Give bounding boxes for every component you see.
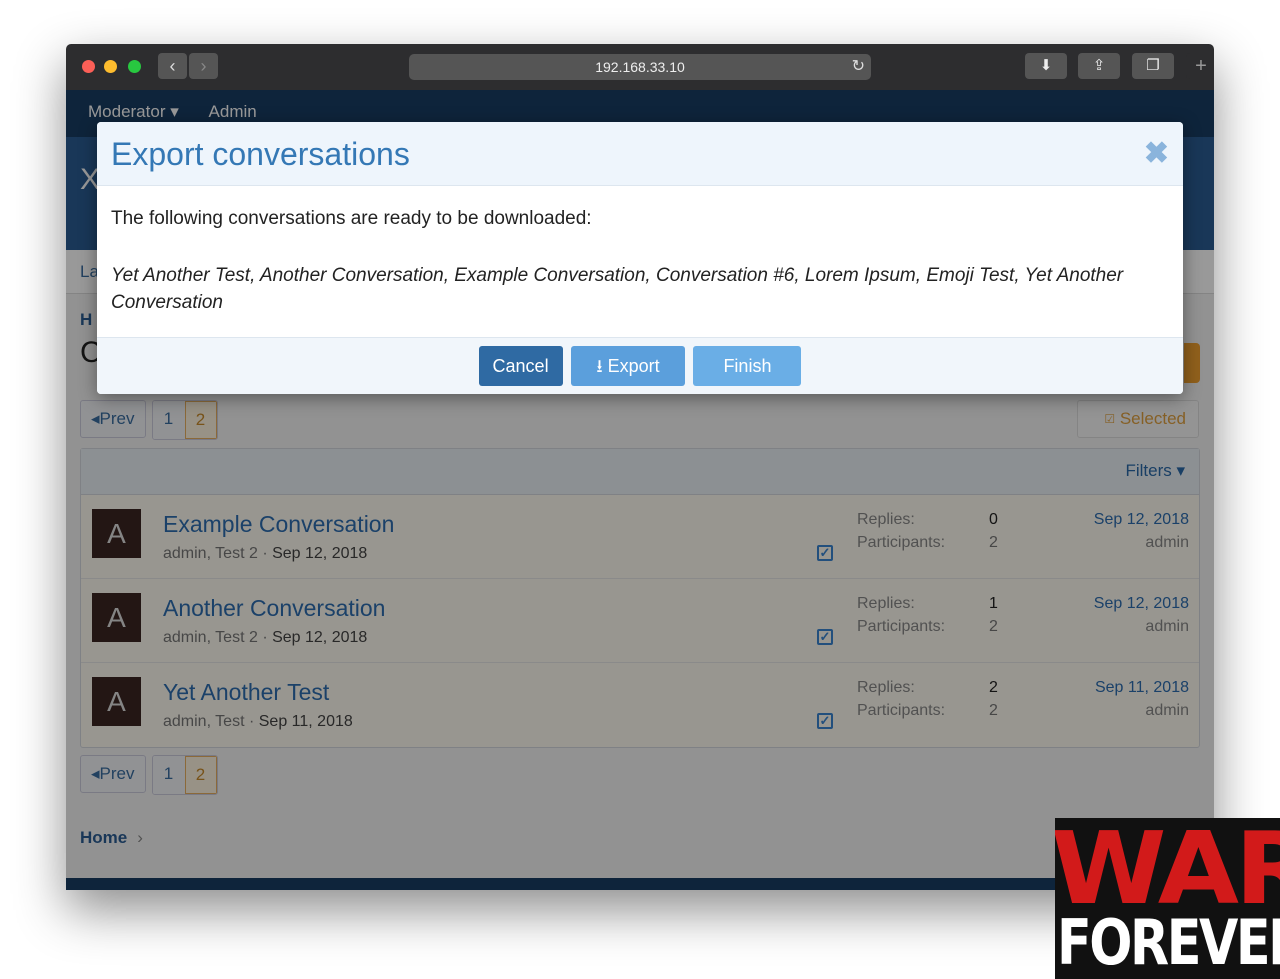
export-dialog: Export conversations ✖ The following con… <box>97 122 1183 394</box>
close-icon[interactable]: ✖ <box>1144 136 1169 171</box>
forward-icon[interactable]: › <box>189 53 218 79</box>
browser-toolbar: ‹ › 192.168.33.10 ↻ ⬇ ⇪ ❐ + <box>66 44 1214 90</box>
maximize-window-button[interactable] <box>128 60 141 73</box>
share-icon[interactable]: ⇪ <box>1078 53 1120 79</box>
back-icon[interactable]: ‹ <box>158 53 187 79</box>
conversation-list-text: Yet Another Test, Another Conversation, … <box>111 265 1124 313</box>
download-icon: ⭳ <box>596 356 603 376</box>
address-bar[interactable]: 192.168.33.10 ↻ <box>409 54 871 80</box>
new-tab-icon[interactable]: + <box>1186 53 1214 79</box>
export-button[interactable]: ⭳ Export <box>571 346 685 386</box>
cancel-button[interactable]: Cancel <box>478 346 563 386</box>
finish-button[interactable]: Finish <box>693 346 802 386</box>
dialog-title: Export conversations <box>111 136 410 172</box>
url-text: 192.168.33.10 <box>595 59 685 75</box>
dialog-message: The following conversations are ready to… <box>111 208 592 229</box>
close-window-button[interactable] <box>82 60 95 73</box>
download-icon[interactable]: ⬇ <box>1025 53 1067 79</box>
watermark-logo: WARFOREVER <box>1055 818 1280 979</box>
tabs-icon[interactable]: ❐ <box>1132 53 1174 79</box>
minimize-window-button[interactable] <box>104 60 117 73</box>
reload-icon[interactable]: ↻ <box>852 54 865 80</box>
